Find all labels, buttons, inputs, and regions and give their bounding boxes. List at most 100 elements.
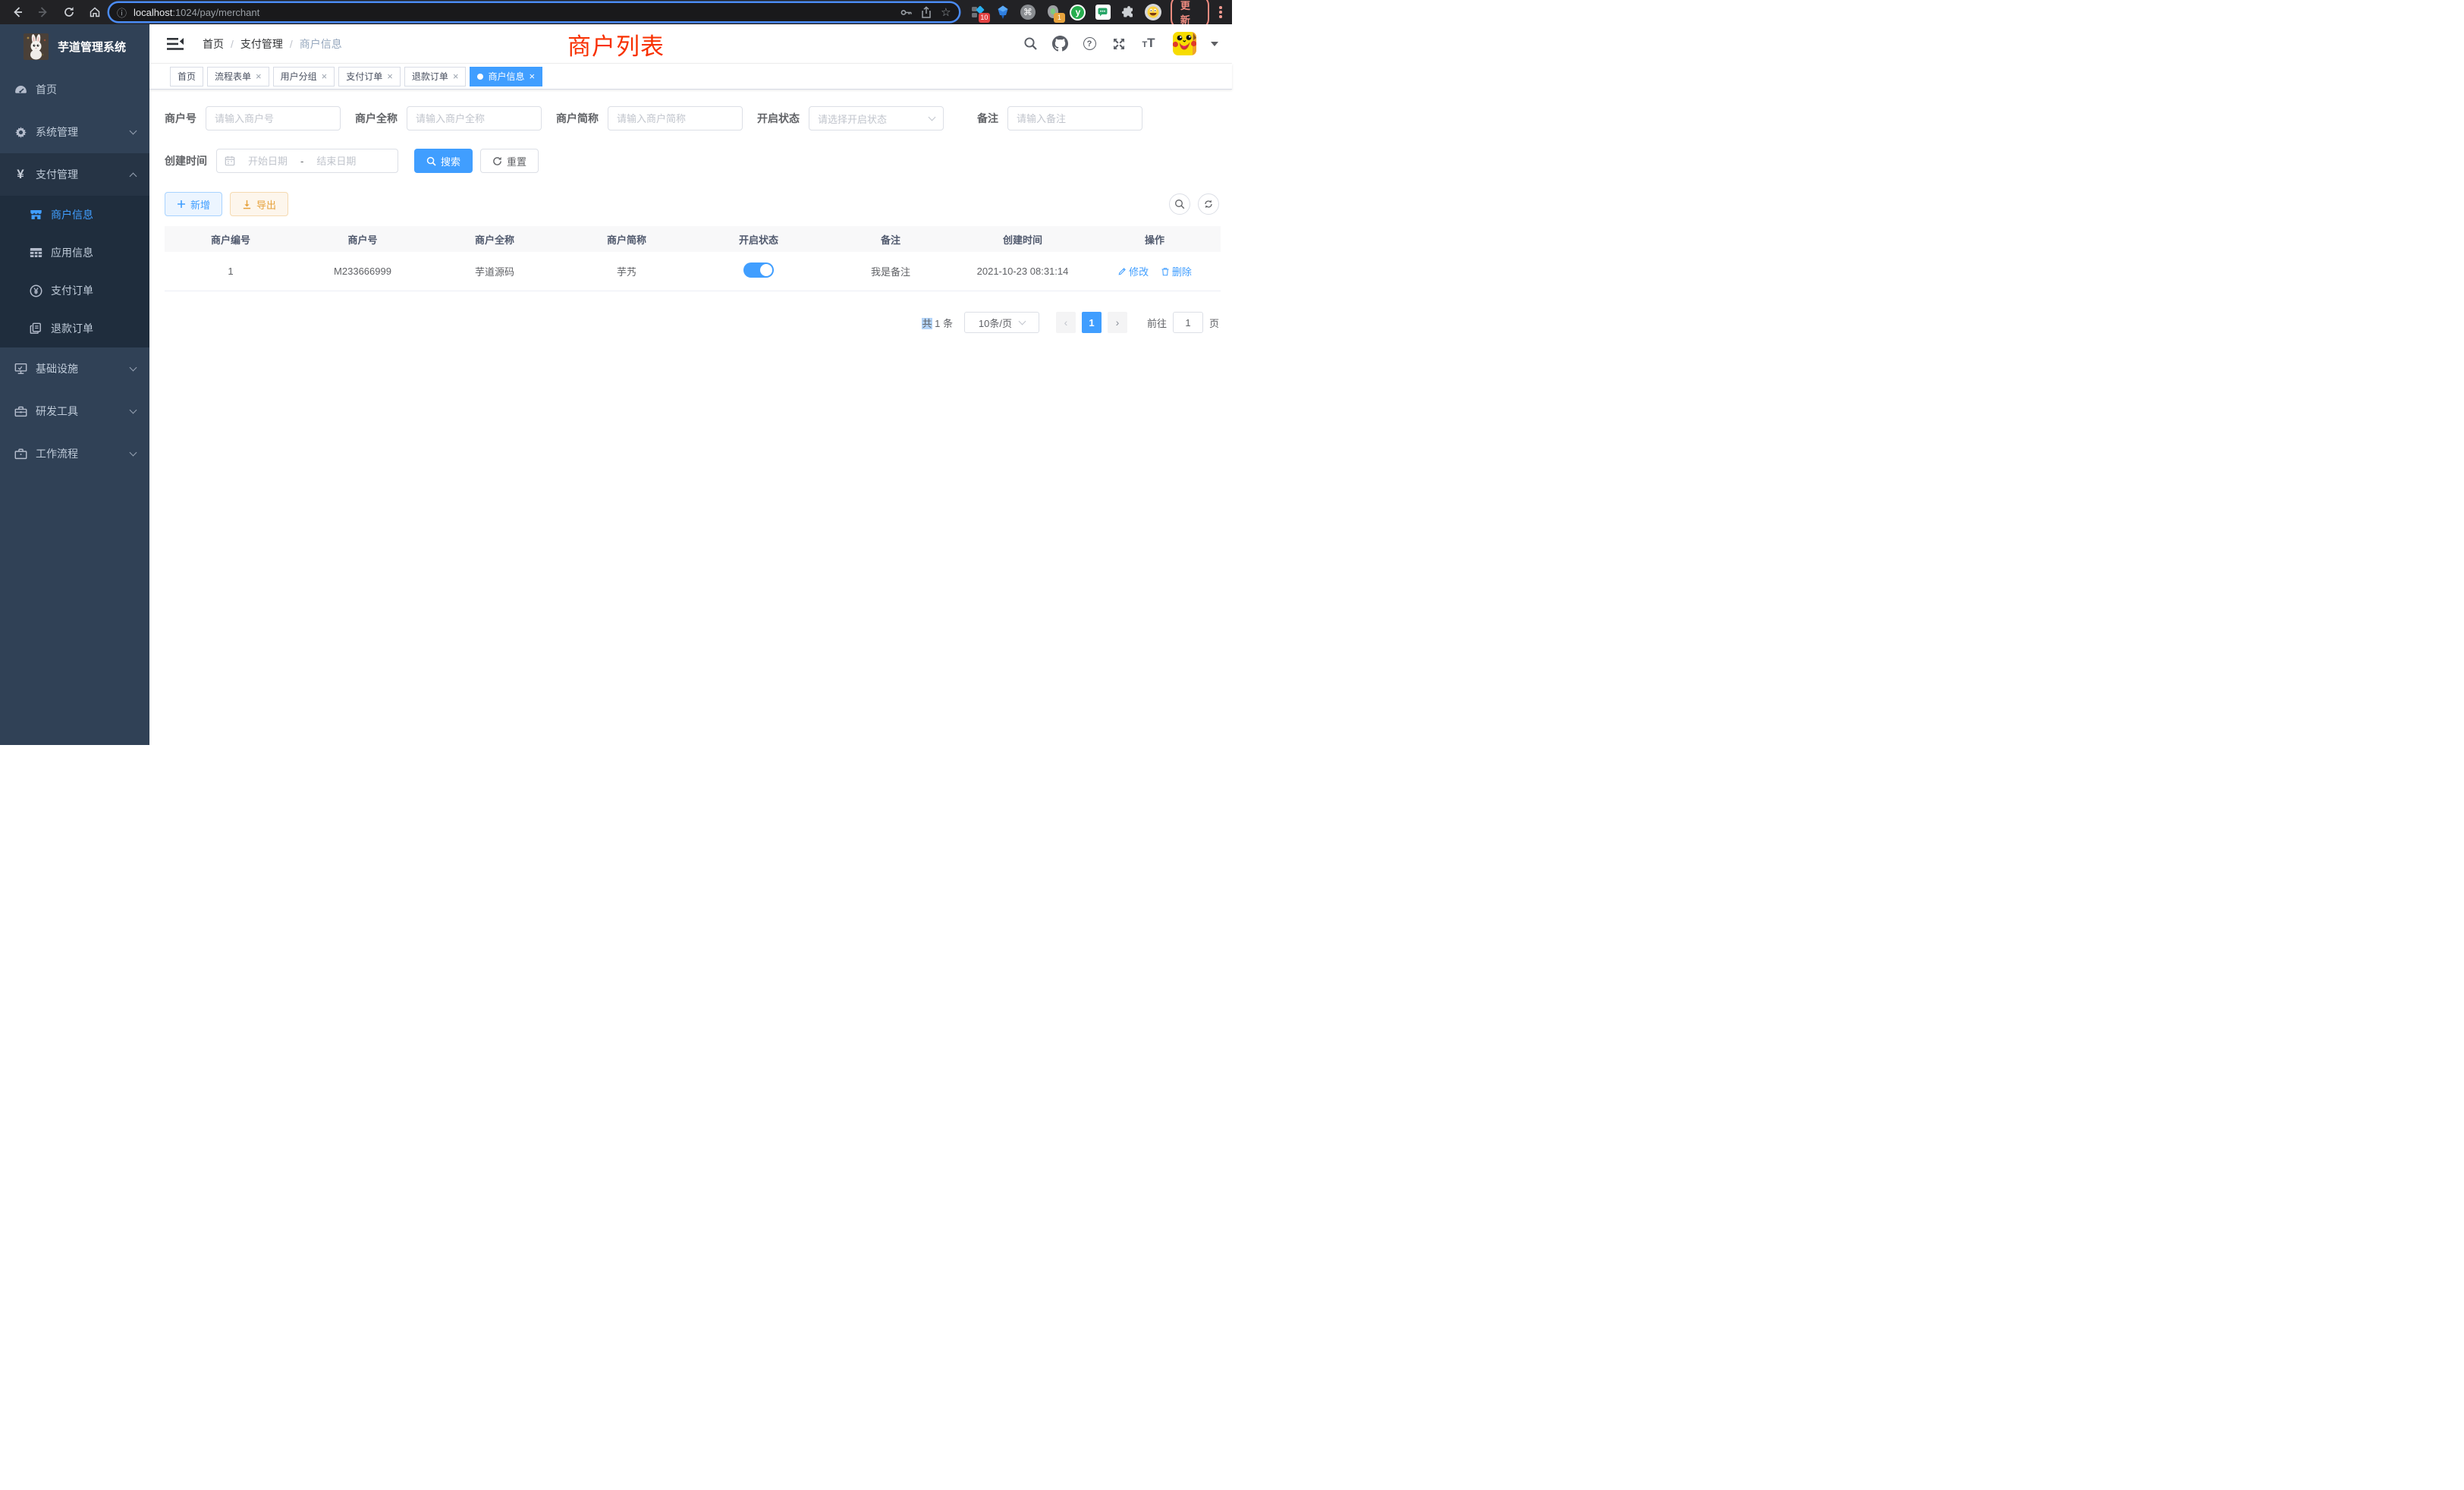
close-icon[interactable]: × — [453, 71, 459, 81]
bookmark-star-icon[interactable]: ☆ — [936, 4, 956, 20]
sidebar-item-payment[interactable]: ¥ 支付管理 — [0, 153, 149, 196]
help-icon[interactable]: ? — [1081, 36, 1098, 52]
fullscreen-icon[interactable] — [1111, 36, 1127, 52]
cell-full-name: 芋道源码 — [429, 264, 561, 278]
date-end-input[interactable] — [308, 156, 364, 167]
download-icon — [242, 200, 252, 209]
edit-button[interactable]: 修改 — [1117, 264, 1149, 278]
col-header: 商户简称 — [561, 232, 693, 247]
briefcase-icon — [13, 448, 28, 460]
table-row: 1 M233666999 芋道源码 芋艿 我是备注 2021-10-23 08:… — [165, 252, 1221, 291]
sidebar-item-home[interactable]: 首页 — [0, 68, 149, 111]
browser-reload-button[interactable] — [58, 2, 80, 22]
prev-page-button[interactable]: ‹ — [1056, 312, 1076, 333]
short-name-input[interactable] — [617, 113, 734, 124]
goto-label: 前往 — [1147, 316, 1167, 330]
site-info-icon[interactable]: ⓘ — [117, 5, 127, 20]
page-size-select[interactable]: 10条/页 — [964, 312, 1039, 333]
col-header: 操作 — [1089, 232, 1221, 247]
breadcrumb-payment[interactable]: 支付管理 — [240, 36, 283, 52]
active-dot — [477, 74, 483, 80]
sidebar-item-app-info[interactable]: 应用信息 — [0, 234, 149, 272]
tab-user-group[interactable]: 用户分组× — [273, 67, 335, 86]
sidebar-item-label: 支付管理 — [36, 167, 130, 182]
remark-input[interactable] — [1017, 113, 1133, 124]
navbar: 首页 / 支付管理 / 商户信息 商户列表 ? — [149, 24, 1232, 64]
merchant-list-page: 商户号 商户全称 商户简称 开启状态 请选择开启状态 — [149, 90, 1232, 745]
add-button[interactable]: 新增 — [165, 192, 222, 216]
trash-icon — [1161, 267, 1170, 276]
date-separator: - — [300, 156, 303, 167]
avatar-caret-icon[interactable] — [1211, 42, 1218, 46]
sidebar-item-label: 商户信息 — [51, 207, 93, 222]
extensions-puzzle-icon[interactable] — [1120, 4, 1136, 20]
full-name-input[interactable] — [416, 113, 533, 124]
extension-command-icon[interactable]: ⌘ — [1020, 4, 1036, 20]
browser-forward-button[interactable] — [32, 2, 55, 22]
date-range-picker[interactable]: - — [216, 149, 398, 173]
sidebar-item-pay-order[interactable]: 支付订单 — [0, 272, 149, 310]
close-icon[interactable]: × — [387, 71, 393, 81]
profile-emoji-icon[interactable] — [1145, 4, 1161, 20]
page-annotation: 商户列表 — [567, 27, 665, 61]
font-size-icon[interactable]: TT — [1140, 36, 1157, 52]
chevron-up-icon — [130, 172, 137, 180]
short-name-label: 商户简称 — [556, 111, 599, 126]
sidebar-collapse-icon[interactable] — [167, 37, 184, 51]
password-key-icon[interactable] — [897, 4, 916, 20]
refresh-table-button[interactable] — [1198, 193, 1219, 215]
col-header: 商户全称 — [429, 232, 561, 247]
delete-button[interactable]: 删除 — [1161, 264, 1192, 278]
extension-proxy-icon[interactable]: 1 — [1045, 4, 1061, 20]
tab-pay-order[interactable]: 支付订单× — [338, 67, 401, 86]
browser-home-button[interactable] — [83, 2, 106, 22]
sidebar-item-workflow[interactable]: 工作流程 — [0, 432, 149, 475]
extension-gem-icon[interactable] — [995, 4, 1011, 20]
sidebar-item-label: 系统管理 — [36, 124, 130, 140]
sidebar-item-merchant-info[interactable]: 商户信息 — [0, 196, 149, 234]
sidebar-item-system[interactable]: 系统管理 — [0, 111, 149, 153]
cell-create-time: 2021-10-23 08:31:14 — [957, 266, 1089, 277]
date-start-input[interactable] — [240, 156, 296, 167]
current-page-button[interactable]: 1 — [1082, 312, 1102, 333]
github-icon[interactable] — [1051, 36, 1068, 52]
merchant-no-input[interactable] — [215, 113, 332, 124]
close-icon[interactable]: × — [256, 71, 262, 81]
extension-chat-icon[interactable] — [1095, 4, 1111, 20]
status-select[interactable]: 请选择开启状态 — [809, 106, 944, 130]
col-header: 商户编号 — [165, 232, 297, 247]
app-logo[interactable]: 芋道管理系统 — [0, 24, 149, 68]
sidebar-item-infra[interactable]: 基础设施 — [0, 347, 149, 390]
search-button[interactable]: 搜索 — [414, 149, 473, 173]
browser-menu-icon[interactable] — [1215, 6, 1226, 18]
tab-merchant-info[interactable]: 商户信息× — [470, 67, 542, 86]
next-page-button[interactable]: › — [1108, 312, 1127, 333]
close-icon[interactable]: × — [322, 71, 328, 81]
pagination-total: 共 1 条 — [922, 316, 952, 330]
user-avatar[interactable] — [1173, 32, 1196, 55]
close-icon[interactable]: × — [529, 71, 535, 81]
address-bar[interactable]: ⓘ localhost:1024/pay/merchant ☆ — [109, 3, 959, 21]
app-title: 芋道管理系统 — [58, 39, 126, 55]
tab-home[interactable]: 首页 — [170, 67, 203, 86]
header-search-icon[interactable] — [1022, 36, 1039, 52]
share-icon[interactable] — [916, 4, 936, 20]
sidebar-item-refund-order[interactable]: 退款订单 — [0, 310, 149, 347]
browser-extensions: 10 ⌘ 1 y — [970, 4, 1161, 20]
extension-badge: 1 — [1054, 13, 1065, 23]
url-path: :1024/pay/merchant — [172, 7, 259, 18]
goto-page-input[interactable] — [1173, 312, 1203, 333]
extension-tabs-icon[interactable]: 10 — [970, 4, 986, 20]
reset-button[interactable]: 重置 — [480, 149, 539, 173]
breadcrumb-home[interactable]: 首页 — [203, 36, 224, 52]
export-button[interactable]: 导出 — [230, 192, 288, 216]
status-toggle[interactable] — [743, 262, 774, 278]
show-search-toggle-button[interactable] — [1169, 193, 1190, 215]
tab-refund-order[interactable]: 退款订单× — [404, 67, 467, 86]
extension-y-icon[interactable]: y — [1070, 4, 1086, 20]
sidebar-item-dev-tools[interactable]: 研发工具 — [0, 390, 149, 432]
browser-back-button[interactable] — [6, 2, 29, 22]
table-grid-icon — [28, 247, 43, 258]
tab-process-form[interactable]: 流程表单× — [207, 67, 269, 86]
search-icon — [1174, 199, 1185, 209]
